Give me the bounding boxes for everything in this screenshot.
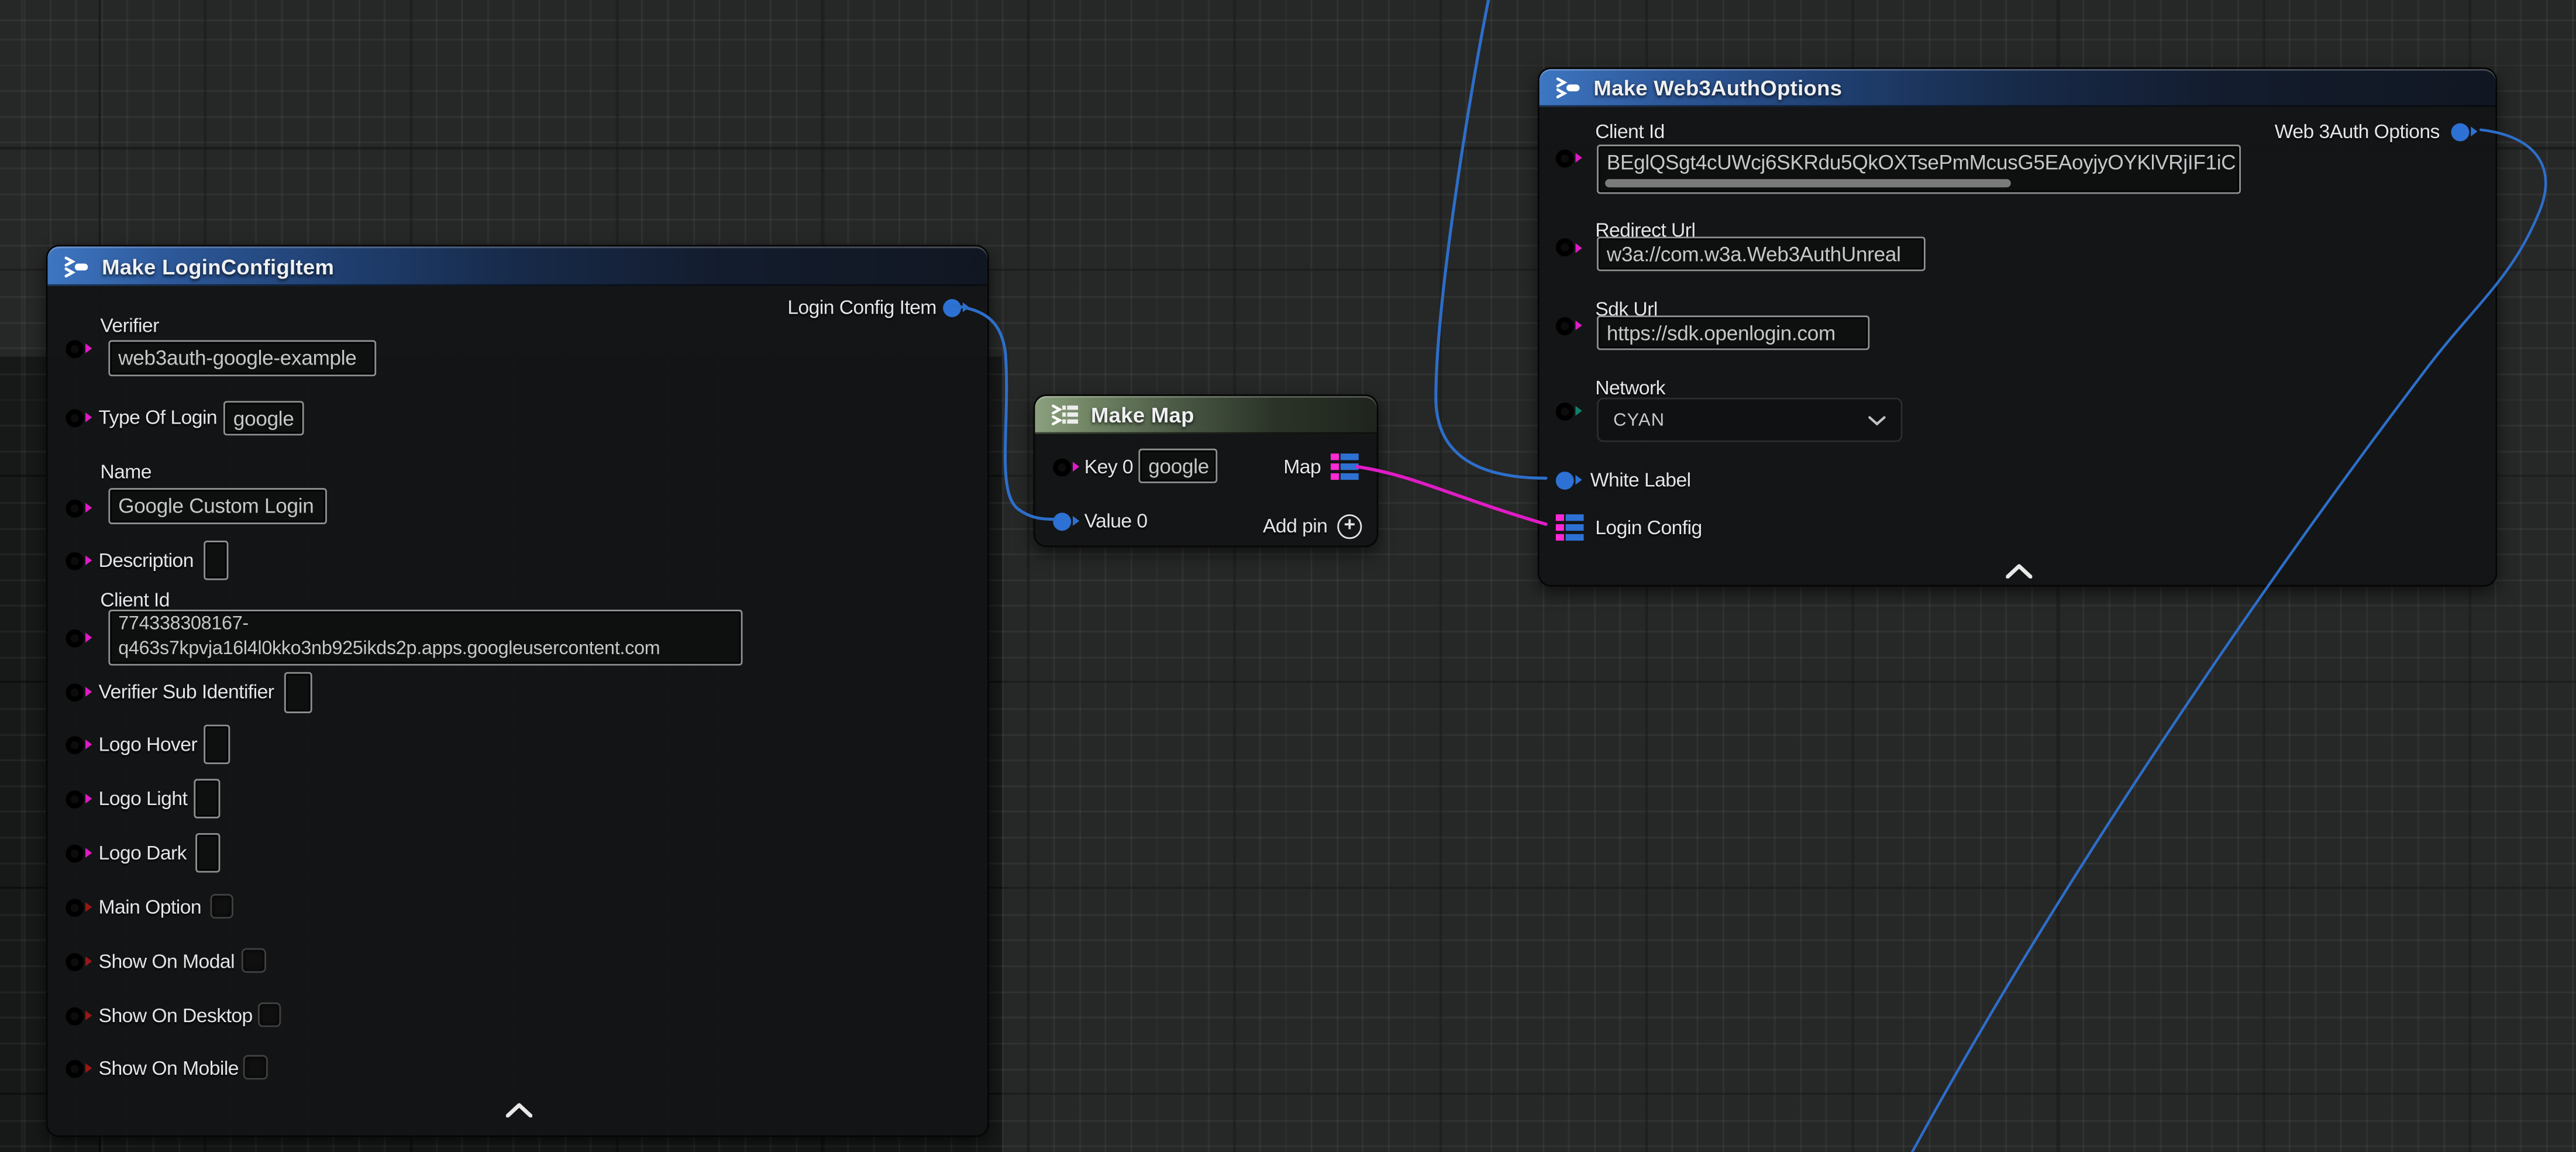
main-option-checkbox[interactable] bbox=[211, 894, 233, 919]
pin-label-login-config: Login Config bbox=[1595, 516, 1702, 539]
pin-label-show-on-modal: Show On Modal bbox=[99, 950, 235, 972]
input-pin-verifier-sub-identifier[interactable] bbox=[66, 681, 92, 703]
show-on-desktop-checkbox[interactable] bbox=[258, 1002, 281, 1027]
node-title: Make LoginConfigItem bbox=[102, 254, 334, 278]
input-pin-key-0[interactable] bbox=[1053, 456, 1079, 477]
pin-label-verifier-sub-identifier: Verifier Sub Identifier bbox=[99, 680, 274, 703]
logo-dark-input[interactable] bbox=[195, 833, 220, 872]
collapse-node-chevron-icon[interactable] bbox=[506, 1103, 532, 1117]
input-pin-show-on-modal[interactable] bbox=[66, 951, 92, 972]
client-id-input[interactable]: BEglQSgt4cUWcj6SKRdu5QkOXTsePmMcusG5EAoy… bbox=[1597, 145, 2241, 194]
output-pin-web3auth-options[interactable] bbox=[2451, 121, 2478, 142]
add-pin-icon[interactable] bbox=[1337, 514, 1362, 538]
name-input[interactable]: Google Custom Login bbox=[108, 488, 327, 524]
output-pin-login-config-item[interactable] bbox=[943, 297, 969, 318]
input-pin-sdk-url[interactable] bbox=[1556, 315, 1582, 336]
client-id-scrollbar[interactable] bbox=[1605, 179, 2011, 187]
pin-label-client-id: Client Id bbox=[1595, 120, 1665, 143]
pin-label-type-of-login: Type Of Login bbox=[99, 406, 218, 429]
show-on-modal-checkbox[interactable] bbox=[242, 948, 266, 973]
pin-label-verifier: Verifier bbox=[100, 314, 159, 336]
input-pin-logo-dark[interactable] bbox=[66, 842, 92, 864]
pin-label-name: Name bbox=[100, 460, 151, 483]
client-id-value: BEglQSgt4cUWcj6SKRdu5QkOXTsePmMcusG5EAoy… bbox=[1607, 146, 2236, 179]
node-make-loginconfigitem[interactable]: Make LoginConfigItem Login Config Item V… bbox=[46, 245, 989, 1137]
redirect-url-input[interactable]: w3a://com.w3a.Web3AuthUnreal bbox=[1597, 236, 1926, 271]
pin-label-main-option: Main Option bbox=[99, 896, 202, 919]
node-make-web3authoptions[interactable]: Make Web3AuthOptions Web 3Auth Options C… bbox=[1538, 67, 2497, 587]
network-dropdown[interactable]: CYAN bbox=[1597, 398, 1902, 442]
chevron-down-icon bbox=[1868, 415, 1886, 425]
node-title: Make Map bbox=[1091, 403, 1194, 427]
collapse-node-chevron-icon[interactable] bbox=[2006, 563, 2032, 578]
pin-label-description: Description bbox=[99, 549, 194, 572]
pin-label-logo-light: Logo Light bbox=[99, 787, 188, 810]
input-pin-logo-light[interactable] bbox=[66, 788, 92, 810]
logo-light-input[interactable] bbox=[194, 779, 220, 818]
key-0-input[interactable]: google bbox=[1138, 449, 1217, 483]
logo-hover-input[interactable] bbox=[204, 725, 230, 764]
pin-label-client-id: Client Id bbox=[100, 589, 170, 611]
pin-label-value-0: Value 0 bbox=[1084, 510, 1148, 532]
client-id-input[interactable]: 774338308167-q463s7kpvja16l4l0kko3nb925i… bbox=[108, 610, 742, 665]
input-pin-client-id[interactable] bbox=[1556, 147, 1582, 168]
input-pin-description[interactable] bbox=[66, 550, 92, 572]
pin-label-show-on-desktop: Show On Desktop bbox=[99, 1004, 253, 1027]
pin-label-white-label: White Label bbox=[1590, 468, 1691, 491]
pin-label-network: Network bbox=[1595, 376, 1665, 399]
pin-label-key-0: Key 0 bbox=[1084, 455, 1133, 478]
input-pin-white-label[interactable] bbox=[1556, 469, 1582, 491]
verifier-sub-identifier-input[interactable] bbox=[284, 672, 312, 713]
input-pin-network[interactable] bbox=[1556, 400, 1582, 422]
node-header-make-map[interactable]: Make Map bbox=[1035, 396, 1376, 434]
input-pin-main-option[interactable] bbox=[66, 896, 92, 918]
output-pin-label-map: Map bbox=[1283, 455, 1321, 478]
make-struct-icon bbox=[63, 256, 91, 277]
node-header-make-web3authoptions[interactable]: Make Web3AuthOptions bbox=[1540, 69, 2496, 107]
input-pin-redirect-url[interactable] bbox=[1556, 236, 1582, 258]
pin-label-logo-dark: Logo Dark bbox=[99, 841, 187, 864]
pin-label-logo-hover: Logo Hover bbox=[99, 733, 198, 756]
show-on-mobile-checkbox[interactable] bbox=[243, 1055, 268, 1079]
input-pin-login-config[interactable] bbox=[1556, 514, 1584, 541]
output-pin-label: Login Config Item bbox=[787, 296, 936, 319]
node-header-make-loginconfigitem[interactable]: Make LoginConfigItem bbox=[47, 246, 987, 286]
verifier-input[interactable]: web3auth-google-example bbox=[108, 340, 376, 376]
node-make-map[interactable]: Make Map Key 0 google Map Value 0 Add pi… bbox=[1034, 394, 1379, 547]
blueprint-graph-canvas: Make LoginConfigItem Login Config Item V… bbox=[0, 0, 2576, 1152]
make-map-icon bbox=[1050, 404, 1080, 426]
input-pin-type-of-login[interactable] bbox=[66, 407, 92, 428]
sdk-url-input[interactable]: https://sdk.openlogin.com bbox=[1597, 315, 1869, 350]
input-pin-logo-hover[interactable] bbox=[66, 734, 92, 755]
input-pin-verifier[interactable] bbox=[66, 338, 92, 359]
input-pin-show-on-mobile[interactable] bbox=[66, 1057, 92, 1079]
node-title: Make Web3AuthOptions bbox=[1593, 75, 1842, 100]
input-pin-show-on-desktop[interactable] bbox=[66, 1005, 92, 1027]
output-pin-map[interactable] bbox=[1331, 453, 1359, 480]
input-pin-value-0[interactable] bbox=[1053, 510, 1079, 532]
output-pin-label: Web 3Auth Options bbox=[2275, 120, 2440, 143]
add-pin-label: Add pin bbox=[1263, 514, 1327, 537]
type-of-login-input[interactable]: google bbox=[223, 401, 304, 435]
description-input[interactable] bbox=[204, 541, 228, 580]
input-pin-name[interactable] bbox=[66, 497, 92, 519]
make-struct-icon bbox=[1554, 77, 1582, 99]
input-pin-client-id[interactable] bbox=[66, 627, 92, 649]
network-dropdown-value: CYAN bbox=[1613, 410, 1665, 430]
pin-label-show-on-mobile: Show On Mobile bbox=[99, 1057, 239, 1079]
